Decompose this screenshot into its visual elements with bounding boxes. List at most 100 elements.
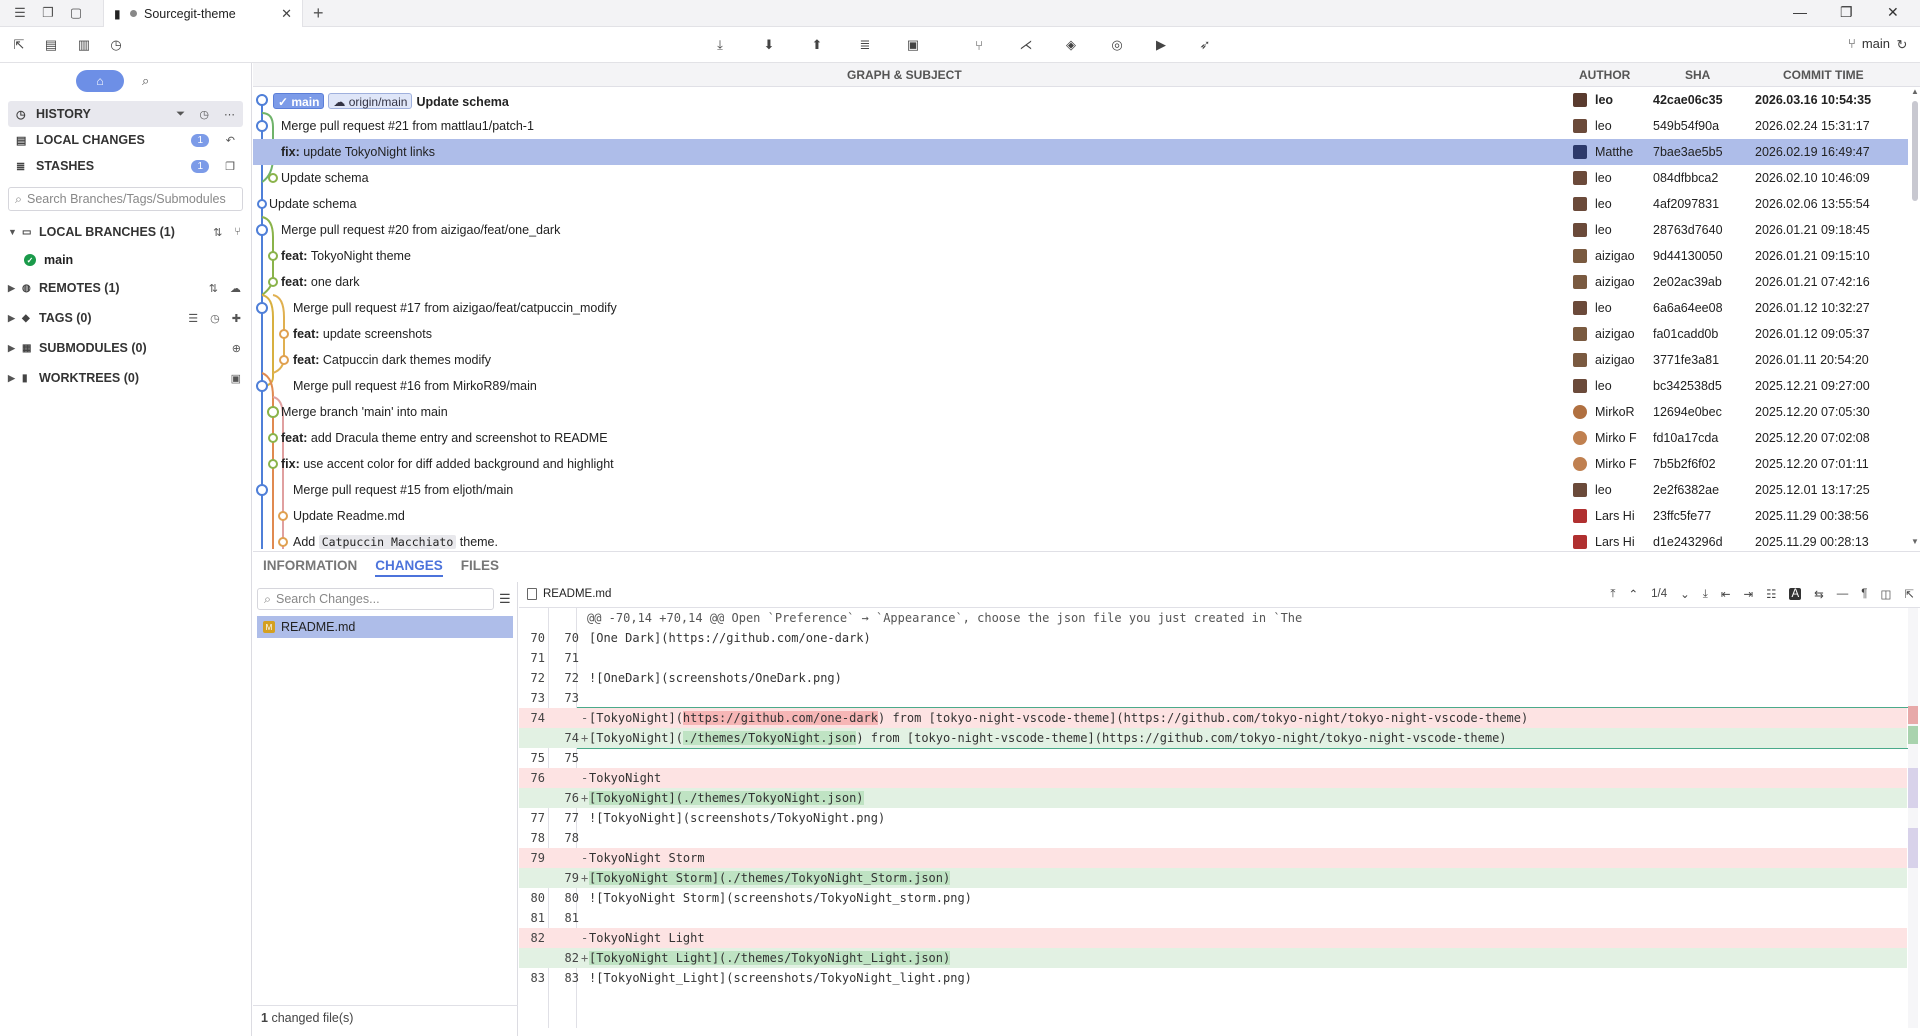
terminal-icon[interactable]: ▤	[42, 36, 60, 54]
commit-row[interactable]: Add Catpuccin Macchiato theme. Lars Hi d1e…	[253, 529, 1908, 549]
commit-row[interactable]: feat: Catpuccin dark themes modify aiziga…	[253, 347, 1908, 373]
tab-information[interactable]: INFORMATION	[263, 558, 357, 577]
commit-row[interactable]: fix: use accent color for diff added bac…	[253, 451, 1908, 477]
fetch-icon[interactable]: ⤓	[711, 36, 729, 54]
branch-search-input[interactable]: ⌕ Search Branches/Tags/Submodules	[8, 187, 243, 211]
commit-row[interactable]: feat: update screenshots aizigao fa01cadd0…	[253, 321, 1908, 347]
commit-row[interactable]: Merge branch 'main' into main MirkoR 12694…	[253, 399, 1908, 425]
worktrees-group[interactable]: ▶ ▮ WORKTREES (0) ▣	[0, 363, 251, 393]
pull-icon[interactable]: ⬇	[760, 36, 778, 54]
column-graph-subject[interactable]: GRAPH & SUBJECT	[847, 68, 962, 82]
view-mode-icon[interactable]: ☰	[499, 591, 511, 607]
minimize-icon[interactable]: —	[1793, 4, 1807, 20]
tags-group[interactable]: ▶ ◆ TAGS (0) ☰ ◷ ✚	[0, 303, 251, 333]
scrollbar-thumb[interactable]	[1912, 101, 1918, 201]
history-scrollbar[interactable]: ▲ ▼	[1910, 87, 1920, 549]
local-branches-group[interactable]: ▼ ▭ LOCAL BRANCHES (1) ⇅ ⑂	[0, 217, 251, 247]
push-icon[interactable]: ⬆	[808, 36, 826, 54]
commit-row[interactable]: feat: one dark aizigao 2e02ac39ab 2026.01.2…	[253, 269, 1908, 295]
tab-files[interactable]: FILES	[461, 558, 499, 577]
custom-action-icon[interactable]: ▶	[1152, 36, 1170, 54]
commit-row[interactable]: Update schema leo 4af2097831 2026.02.06 13:…	[253, 191, 1908, 217]
changed-file-item[interactable]: M README.md	[257, 616, 513, 638]
diff-minimap[interactable]	[1908, 608, 1918, 1028]
new-branch-icon[interactable]: ⑂	[234, 226, 241, 239]
new-tag-icon[interactable]: ✚	[232, 312, 241, 325]
line-numbers-icon[interactable]: ☷	[1766, 587, 1776, 601]
sort-icon[interactable]: ⇅	[213, 226, 222, 239]
diff-view[interactable]: @@ -70,14 +70,14 @@ Open `Preference` → …	[519, 608, 1909, 1028]
go-bottom-icon[interactable]: ⤓	[1703, 588, 1708, 601]
submodules-group[interactable]: ▶ ▦ SUBMODULES (0) ⊕	[0, 333, 251, 363]
lfs-icon[interactable]: ◈	[1062, 36, 1080, 54]
column-commit-time[interactable]: COMMIT TIME	[1783, 68, 1864, 82]
stash-icon[interactable]: ≣	[856, 36, 874, 54]
close-tab-icon[interactable]: ✕	[281, 6, 292, 22]
commit-row[interactable]: Update schema leo 084dfbbca2 2026.02.10 10:…	[253, 165, 1908, 191]
bisect-icon[interactable]: ◎	[1108, 36, 1126, 54]
sort-icon[interactable]: ⇅	[209, 282, 218, 295]
show-hidden-chars-icon[interactable]: ¶	[1861, 588, 1867, 600]
home-tab[interactable]: ⌂	[76, 70, 124, 92]
nav-local-changes[interactable]: ▤ LOCAL CHANGES 1 ↶	[8, 127, 243, 153]
remotes-group[interactable]: ▶ ◍ REMOTES (1) ⇅ ☁	[0, 273, 251, 303]
menu-icon[interactable]: ☰	[12, 5, 28, 21]
commit-row[interactable]: fix: update TokyoNight links Matthe 7bae3a…	[253, 139, 1908, 165]
commit-row[interactable]: Merge pull request #21 from mattlau1/pat…	[253, 113, 1908, 139]
tabs-overview-icon[interactable]: ❐	[40, 5, 56, 21]
refresh-icon[interactable]: ↻	[1893, 36, 1911, 54]
branch-item-main[interactable]: ✓ main	[0, 247, 251, 273]
new-window-icon[interactable]: ▢	[68, 5, 84, 21]
side-by-side-icon[interactable]: ◫	[1880, 587, 1891, 601]
sort-icon[interactable]: ◷	[210, 312, 220, 325]
list-view-icon[interactable]: ☰	[188, 312, 198, 325]
nav-history[interactable]: ◷ HISTORY ⏷ ◷ ⋯	[8, 101, 243, 127]
discard-icon[interactable]: ↶	[226, 134, 235, 147]
word-wrap-icon[interactable]: A	[1789, 588, 1802, 600]
close-window-icon[interactable]: ✕	[1887, 4, 1899, 21]
syntax-highlight-icon[interactable]: ⇆	[1814, 587, 1824, 601]
nav-stashes[interactable]: ≣ STASHES 1 ❐	[8, 153, 243, 179]
commit-row[interactable]: feat: add Dracula theme entry and screen…	[253, 425, 1908, 451]
go-top-icon[interactable]: ⤒	[1610, 588, 1615, 601]
tab-changes[interactable]: CHANGES	[375, 558, 443, 577]
launch-icon[interactable]: ➶	[1196, 36, 1214, 54]
restore-icon[interactable]: ❐	[1840, 4, 1853, 21]
increase-context-icon[interactable]: ⇥	[1744, 587, 1754, 601]
commit-row[interactable]: feat: TokyoNight theme aizigao 9d44130050 2…	[253, 243, 1908, 269]
apply-patch-icon[interactable]: ▣	[904, 36, 922, 54]
open-folder-icon[interactable]: ⇱	[10, 36, 28, 54]
ignore-whitespace-icon[interactable]: —	[1837, 588, 1849, 600]
tab-repo[interactable]: ▮ Sourcegit-theme ✕	[103, 0, 303, 27]
current-branch-indicator[interactable]: ⑂ main	[1848, 36, 1890, 51]
statistics-icon[interactable]: ▥	[75, 36, 93, 54]
more-icon[interactable]: ⋯	[224, 108, 235, 121]
commit-row[interactable]: Merge pull request #17 from aizigao/feat…	[253, 295, 1908, 321]
new-branch-icon[interactable]: ⑂	[970, 36, 988, 54]
column-author[interactable]: AUTHOR	[1579, 68, 1630, 82]
scroll-up-icon[interactable]: ▲	[1911, 87, 1919, 96]
commit-row[interactable]: Merge pull request #15 from eljoth/main l…	[253, 477, 1908, 503]
clock-icon[interactable]: ◷	[199, 108, 209, 121]
next-change-icon[interactable]: ⌄	[1680, 587, 1690, 601]
history-icon[interactable]: ◷	[107, 36, 125, 54]
search-icon[interactable]: ⌕	[142, 73, 149, 89]
git-flow-icon[interactable]: ⋌	[1017, 36, 1035, 54]
add-submodule-icon[interactable]: ⊕	[232, 342, 241, 355]
column-sha[interactable]: SHA	[1685, 68, 1710, 82]
scroll-down-icon[interactable]: ▼	[1911, 537, 1919, 546]
add-tab-icon[interactable]: +	[313, 3, 324, 24]
commit-row[interactable]: ✓ main ☁ origin/main Update schema leo 42cae…	[253, 87, 1908, 113]
commit-row[interactable]: Merge pull request #16 from MirkoR89/mai…	[253, 373, 1908, 399]
add-worktree-icon[interactable]: ▣	[231, 372, 241, 385]
prev-change-icon[interactable]: ⌃	[1629, 587, 1639, 601]
ref-badge-local[interactable]: ✓ main	[273, 93, 325, 109]
stash-list-icon[interactable]: ❐	[225, 160, 235, 173]
commit-row[interactable]: Merge pull request #20 from aizigao/feat…	[253, 217, 1908, 243]
ref-badge-remote[interactable]: ☁ origin/main	[328, 93, 413, 109]
decrease-context-icon[interactable]: ⇤	[1721, 587, 1731, 601]
changes-search-input[interactable]: ⌕ Search Changes...	[257, 588, 494, 610]
commit-row[interactable]: Update Readme.md Lars Hi 23ffc5fe77 2025.11…	[253, 503, 1908, 529]
add-remote-icon[interactable]: ☁	[230, 282, 241, 295]
open-external-icon[interactable]: ⇱	[1904, 587, 1914, 601]
